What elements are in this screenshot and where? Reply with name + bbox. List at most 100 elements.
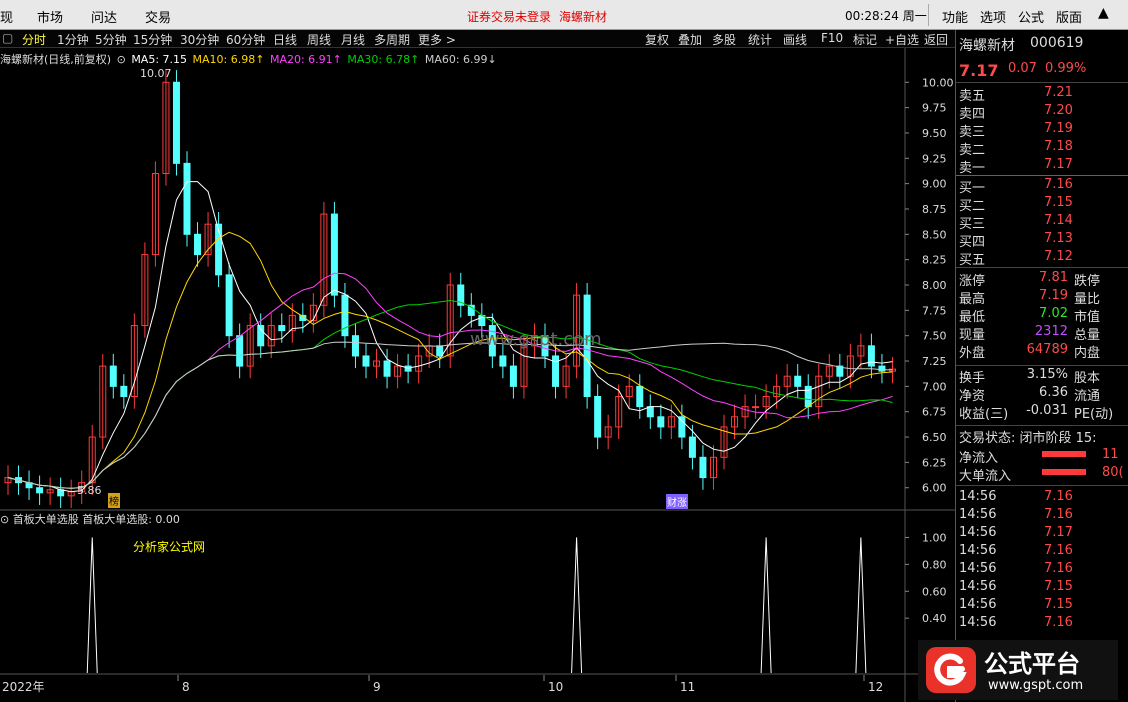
menu-item-options[interactable]: 选项 [980, 7, 1006, 26]
divider [956, 425, 1128, 426]
period-tab-more[interactable]: 更多 > [418, 31, 456, 48]
stat-label-2: 量比 [1074, 292, 1101, 307]
tick-row: 14:56 7.16 [958, 615, 1126, 633]
tick-time: 14:56 [959, 561, 997, 576]
logo-title: 公式平台 [984, 650, 1080, 678]
add-watchlist-button[interactable]: +自选 [885, 31, 919, 48]
stat-label: 涨停 [959, 274, 986, 289]
bid-row: 买四 7.13 [958, 231, 1126, 250]
candle-body [594, 396, 602, 438]
back-button[interactable]: 返回 [924, 31, 948, 48]
tag-bang[interactable]: 榜 [108, 493, 120, 508]
sub-y-tick-label: 1.00 [922, 531, 947, 544]
sub-toggle-icon[interactable]: ⊙ [0, 513, 9, 526]
ask-row: 卖四 7.20 [958, 103, 1126, 122]
tick-row: 14:56 7.16 [958, 543, 1126, 561]
candle-body [657, 416, 665, 428]
stat2-value: 3.15% [1026, 367, 1068, 382]
period-tab-multi[interactable]: 多周期 [374, 31, 410, 48]
ask-level: 卖三 [959, 125, 986, 140]
candle-body [699, 456, 707, 479]
tag-caizhang[interactable]: 财涨 [666, 494, 688, 509]
candle-body [351, 335, 359, 357]
y-tick-label: 8.75 [922, 203, 947, 216]
sub-signal-spike [855, 537, 867, 674]
period-tab-60min[interactable]: 60分钟 [226, 31, 265, 48]
last-price: 7.17 [959, 61, 999, 80]
multi-stock-button[interactable]: 多股 [712, 31, 736, 48]
y-tick-label: 8.50 [922, 228, 947, 241]
candle-body [278, 325, 286, 332]
kline-chart-area[interactable]: 10.00 9.75 9.50 9.25 9.00 8.75 8.50 8.25 8.00 7.7… [0, 48, 955, 702]
flow-row: 净流入 11 [958, 447, 1126, 466]
period-tab-monthly[interactable]: 月线 [341, 31, 365, 48]
menu-item-function[interactable]: 功能 [942, 7, 968, 26]
stat-value: 7.19 [1039, 288, 1068, 303]
stat-label: 外盘 [959, 346, 986, 361]
logo-icon [926, 647, 976, 693]
statistics-button[interactable]: 统计 [748, 31, 772, 48]
tick-row: 14:56 7.15 [958, 597, 1126, 615]
y-tick-label: 6.00 [922, 482, 947, 495]
tick-price: 7.15 [1044, 579, 1073, 594]
y-tick-label: 9.75 [922, 102, 947, 115]
candle-body [436, 345, 444, 357]
candle-body [552, 355, 560, 387]
logo-badge: 公式平台 www.gspt.com [918, 640, 1118, 700]
period-tab-1min[interactable]: 1分钟 [57, 31, 89, 48]
stat-value: 64789 [1026, 342, 1068, 357]
login-notice[interactable]: 证券交易未登录 [467, 8, 551, 25]
ask-row: 卖二 7.18 [958, 139, 1126, 158]
tick-price: 7.17 [1044, 525, 1073, 540]
menu-item-view[interactable]: 现 [0, 7, 13, 26]
menu-item-formula[interactable]: 公式 [1018, 7, 1044, 26]
adjust-button[interactable]: 复权 [645, 31, 669, 48]
menu-item-layout[interactable]: 版面 [1056, 7, 1082, 26]
current-stock-name: 海螺新材 [559, 10, 608, 24]
stat2-row: 换手 3.15% 股本 [958, 367, 1126, 386]
period-tab-30min[interactable]: 30分钟 [180, 31, 219, 48]
kline-chart-svg[interactable]: 10.00 9.75 9.50 9.25 9.00 8.75 8.50 8.25 8.00 7.7… [0, 48, 955, 702]
high-price-label: 10.07 [140, 67, 172, 80]
candle-body [194, 233, 202, 256]
mark-button[interactable]: 标记 [853, 31, 877, 48]
period-tab-15min[interactable]: 15分钟 [133, 31, 172, 48]
overlay-button[interactable]: 叠加 [678, 31, 702, 48]
menu-item-market[interactable]: 市场 [37, 7, 63, 26]
tick-time: 14:56 [959, 543, 997, 558]
tick-price: 7.16 [1044, 507, 1073, 522]
panel-toggle-icon[interactable]: ▢ [2, 31, 13, 45]
y-tick-label: 6.75 [922, 406, 947, 419]
settings-icon[interactable]: ⊙ [117, 53, 126, 66]
tick-price: 7.16 [1044, 543, 1073, 558]
menu-item-trade[interactable]: 交易 [145, 7, 171, 26]
draw-line-button[interactable]: 画线 [783, 31, 807, 48]
stat-label: 现量 [959, 328, 986, 343]
f10-button[interactable]: F10 [821, 31, 843, 45]
period-tab-daily[interactable]: 日线 [273, 31, 297, 48]
period-tab-weekly[interactable]: 周线 [307, 31, 331, 48]
y-tick-label: 7.25 [922, 355, 947, 368]
candle-body [225, 274, 233, 337]
flow-row: 大单流入 80( [958, 465, 1126, 484]
stat2-row: 净资 6.36 流通 [958, 385, 1126, 404]
tick-row: 14:56 7.16 [958, 489, 1126, 507]
candle-body [120, 385, 128, 398]
bid-price: 7.16 [1044, 177, 1073, 192]
bid-price: 7.14 [1044, 213, 1073, 228]
sub-y-tick-label: 0.40 [922, 612, 947, 625]
stat-label-2: 跌停 [1074, 274, 1101, 289]
ma20-label: MA20: 6.91↑ [269, 53, 342, 66]
ma60-label: MA60: 6.99↓ [424, 53, 497, 66]
menu-item-wenda[interactable]: 问达 [91, 7, 117, 26]
ask-row: 卖五 7.21 [958, 85, 1126, 104]
ask-level: 卖四 [959, 107, 986, 122]
bid-price: 7.12 [1044, 249, 1073, 264]
collapse-icon[interactable]: ▲ [1098, 5, 1109, 21]
quote-header: 海螺新材 000619 [958, 35, 1126, 54]
period-tab-5min[interactable]: 5分钟 [95, 31, 127, 48]
period-tab-intraday[interactable]: 分时 [22, 31, 46, 48]
price-change: 0.07 [1008, 61, 1037, 76]
candle-body [688, 436, 696, 458]
ask-price: 7.21 [1044, 85, 1073, 100]
